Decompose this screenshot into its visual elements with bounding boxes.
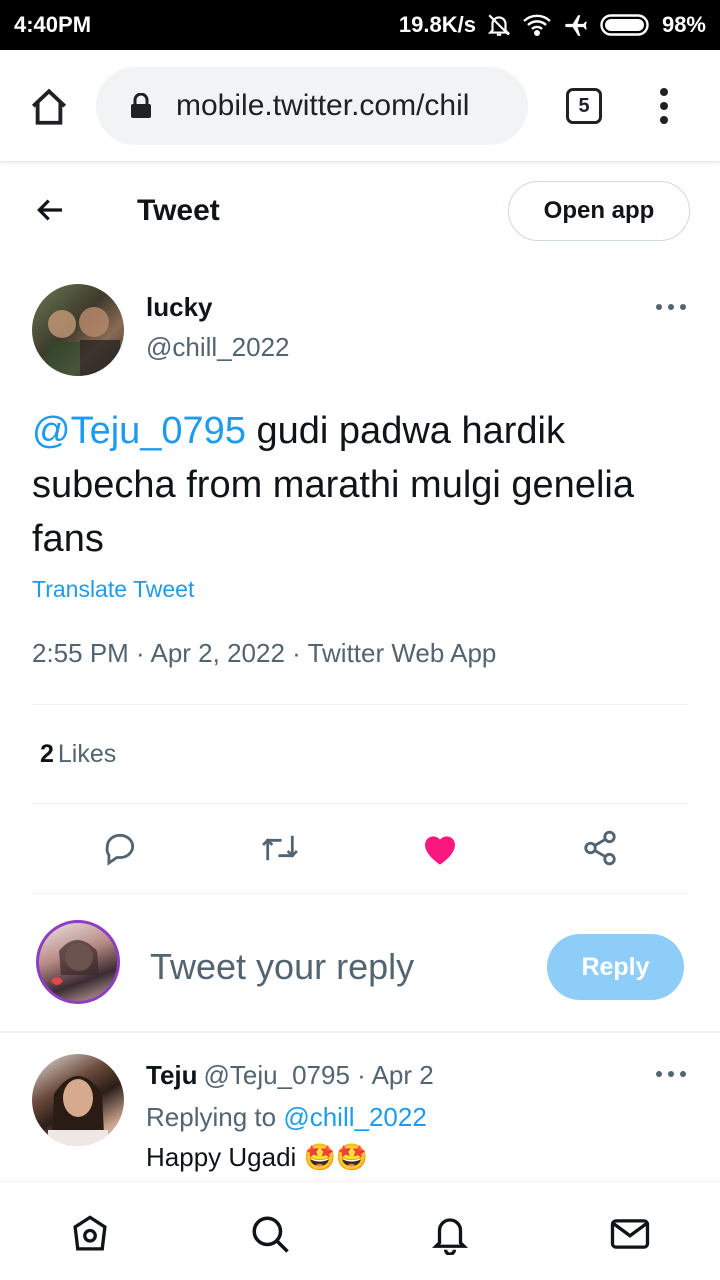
more-icon[interactable] [656, 304, 686, 312]
url-text: mobile.twitter.com/chil [176, 89, 470, 122]
reply-button[interactable]: Reply [547, 934, 684, 1000]
status-bar: 4:40PM 19.8K/s 98% [0, 0, 720, 50]
battery-icon [600, 14, 649, 36]
wifi-icon [523, 14, 551, 37]
translate-tweet-link[interactable]: Translate Tweet [32, 576, 194, 603]
lock-icon [131, 93, 151, 118]
like-count: 2 [40, 740, 54, 768]
address-bar[interactable]: mobile.twitter.com/chil [96, 67, 528, 145]
mute-icon [487, 14, 511, 36]
browser-toolbar: mobile.twitter.com/chil 5 [0, 50, 720, 162]
status-time: 4:40PM [14, 12, 92, 37]
divider [32, 704, 688, 705]
nav-notifications[interactable] [428, 1212, 472, 1256]
likes-label: Likes [57, 740, 117, 768]
battery-level: 98% [661, 12, 706, 37]
tweet-meta: 2:55 PM · Apr 2, 2022 · Twitter Web App [32, 638, 497, 668]
home-icon [73, 1215, 107, 1251]
back-arrow-icon[interactable] [34, 194, 66, 226]
star-struck-emoji: 🤩🤩 [303, 1143, 369, 1173]
bottom-nav [0, 1181, 720, 1280]
replying-to-handle[interactable]: @chill_2022 [283, 1102, 426, 1132]
reply-text: Happy Ugadi 🤩🤩 [146, 1142, 368, 1173]
tab-switcher-button[interactable]: 5 [566, 88, 602, 124]
author-avatar[interactable] [32, 284, 124, 376]
browser-menu-icon[interactable] [654, 86, 674, 126]
airplane-icon [565, 15, 587, 36]
bell-icon [431, 1218, 469, 1255]
replying-to: Replying to @chill_2022 [146, 1102, 427, 1133]
nav-home[interactable] [68, 1212, 112, 1256]
reply-author-name[interactable]: Teju [146, 1060, 198, 1090]
status-icons: 19.8K/s 98% [399, 12, 706, 38]
reply-header: Teju @Teju_0795 · Apr 2 [146, 1060, 434, 1091]
author-name[interactable]: lucky [146, 292, 213, 323]
divider [0, 1031, 720, 1033]
page-title: Tweet [137, 194, 220, 227]
divider [32, 803, 688, 804]
home-icon[interactable] [28, 86, 70, 128]
reply-handle-date: @Teju_0795 · Apr 2 [203, 1060, 434, 1090]
like-action[interactable] [420, 828, 460, 868]
share-icon [584, 830, 616, 866]
tweet-mention[interactable]: @Teju_0795 [32, 410, 246, 452]
reply-body-text: Happy Ugadi [146, 1142, 304, 1172]
retweet-icon [262, 835, 298, 861]
reply-icon [105, 833, 135, 866]
search-icon [252, 1216, 289, 1253]
reply-action[interactable] [100, 828, 140, 868]
current-user-avatar[interactable] [36, 920, 120, 1004]
heart-icon [425, 836, 455, 865]
divider [32, 893, 688, 894]
reply-input[interactable]: Tweet your reply [150, 946, 414, 988]
author-handle[interactable]: @chill_2022 [146, 332, 289, 363]
mail-icon [610, 1219, 650, 1249]
reply-author-avatar[interactable] [32, 1054, 124, 1146]
retweet-action[interactable] [260, 828, 300, 868]
net-speed: 19.8K/s [398, 12, 476, 37]
nav-messages[interactable] [608, 1212, 652, 1256]
likes-count[interactable]: 2 Likes [40, 740, 116, 769]
share-action[interactable] [580, 828, 620, 868]
open-app-button[interactable]: Open app [508, 181, 690, 241]
nav-search[interactable] [248, 1212, 292, 1256]
replying-prefix: Replying to [146, 1102, 284, 1132]
tweet-text: @Teju_0795 gudi padwa hardik subecha fro… [32, 404, 692, 566]
tweet-header: Tweet Open app [0, 170, 720, 252]
more-icon[interactable] [656, 1071, 686, 1079]
